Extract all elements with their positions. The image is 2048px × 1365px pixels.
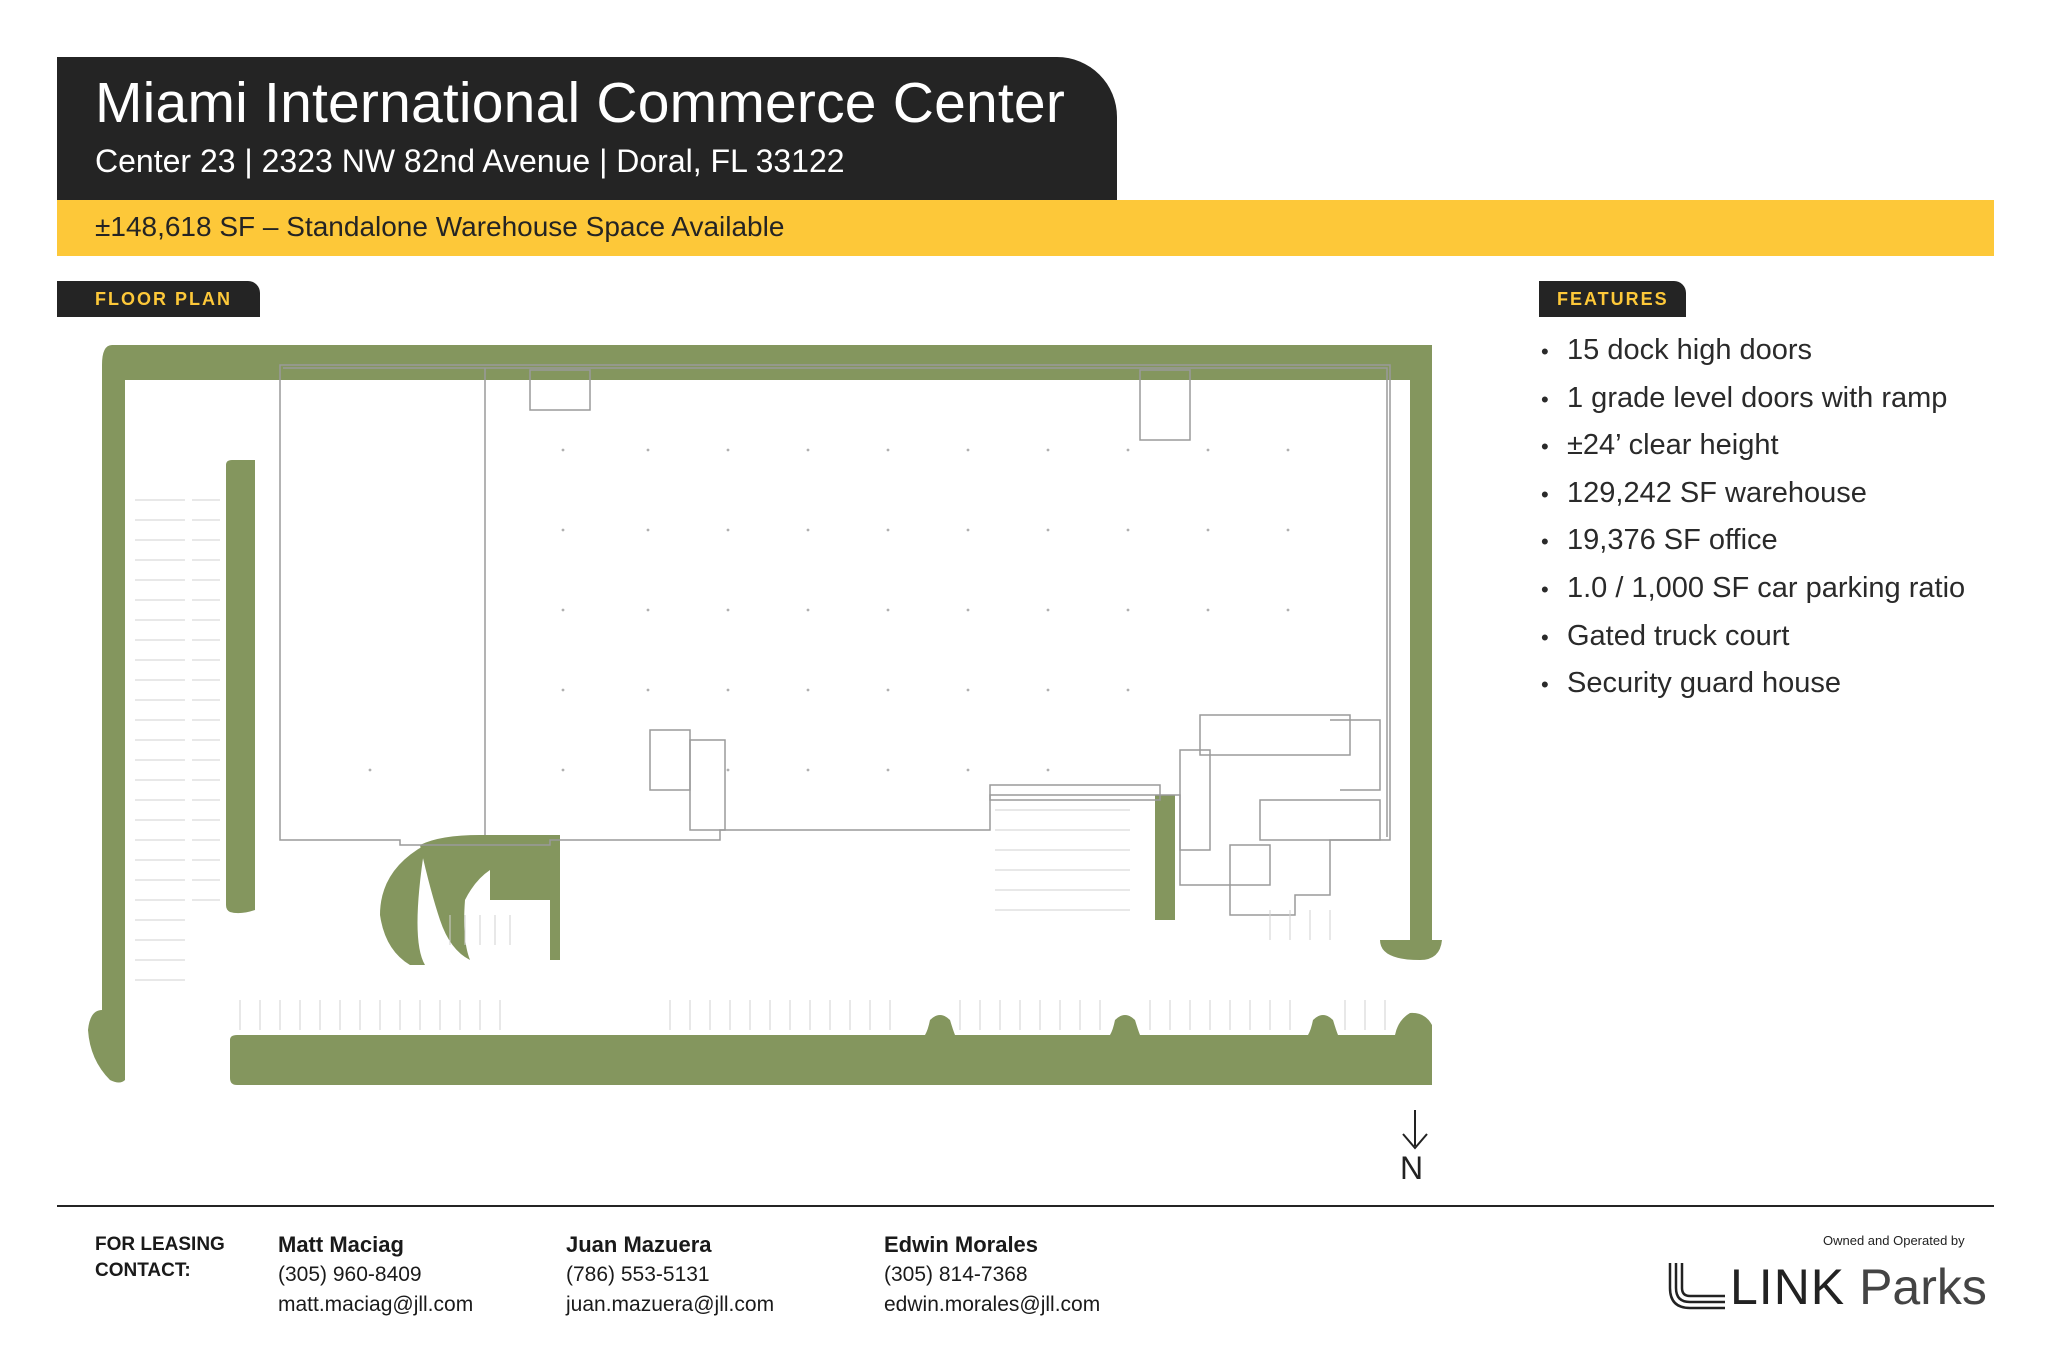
page-title: Miami International Commerce Center [95, 71, 1066, 135]
feature-item: • 1 grade level doors with ramp [1541, 381, 1948, 414]
owned-by-label: Owned and Operated by [1823, 1233, 1965, 1248]
contact-name: Juan Mazuera [566, 1232, 712, 1257]
landscape-areas [88, 345, 1442, 1085]
feature-item: • 129,242 SF warehouse [1541, 476, 1867, 509]
contact-card: Matt Maciag (305) 960-8409 matt.maciag@j… [278, 1230, 473, 1320]
feature-text: 129,242 SF warehouse [1567, 476, 1867, 509]
contact-name: Matt Maciag [278, 1232, 404, 1257]
contact-phone[interactable]: (305) 814-7368 [884, 1260, 1100, 1290]
feature-item: • ±24’ clear height [1541, 429, 1779, 462]
features-tab: FEATURES [1539, 281, 1686, 317]
contact-card: Edwin Morales (305) 814-7368 edwin.moral… [884, 1230, 1100, 1320]
feature-text: Security guard house [1567, 667, 1842, 700]
floor-plan [88, 345, 1442, 1085]
feature-text: 1 grade level doors with ramp [1567, 381, 1948, 414]
contact-name: Edwin Morales [884, 1232, 1039, 1257]
contact-phone[interactable]: (786) 553-5131 [566, 1260, 774, 1290]
footer-divider [57, 1205, 1994, 1207]
logo-word-link: LINK [1730, 1259, 1846, 1315]
feature-item: • 1.0 / 1,000 SF car parking ratio [1541, 571, 1966, 604]
parking-stalls [135, 499, 1386, 1030]
contact-card: Juan Mazuera (786) 553-5131 juan.mazuera… [566, 1230, 774, 1320]
availability-text: ±148,618 SF – Standalone Warehouse Space… [95, 211, 785, 242]
contact-email[interactable]: matt.maciag@jll.com [278, 1290, 473, 1320]
north-label: N [1400, 1150, 1424, 1186]
address-subtitle: Center 23 | 2323 NW 82nd Avenue | Doral,… [95, 143, 845, 179]
leasing-label: FOR LEASING CONTACT: [95, 1234, 225, 1281]
feature-item: • 19,376 SF office [1541, 524, 1778, 557]
column-grid [368, 448, 1290, 772]
feature-text: 19,376 SF office [1567, 524, 1778, 557]
feature-text: 15 dock high doors [1567, 334, 1813, 366]
feature-item: • 15 dock high doors [1541, 334, 1813, 366]
feature-text: 1.0 / 1,000 SF car parking ratio [1567, 571, 1966, 604]
building-outline [279, 364, 1391, 916]
logo-text: LINK Parks [1730, 1258, 1987, 1316]
feature-item: • Gated truck court [1541, 619, 1790, 652]
contact-phone[interactable]: (305) 960-8409 [278, 1260, 473, 1290]
feature-text: ±24’ clear height [1567, 429, 1779, 462]
feature-text: Gated truck court [1567, 619, 1790, 652]
floor-plan-tab: FLOOR PLAN [57, 281, 260, 317]
feature-item: • Security guard house [1541, 667, 1842, 700]
logo-word-parks: Parks [1859, 1259, 1987, 1315]
features-list: • 15 dock high doors • 1 grade level doors… [1539, 330, 1965, 711]
contact-email[interactable]: edwin.morales@jll.com [884, 1290, 1100, 1320]
contact-email[interactable]: juan.mazuera@jll.com [566, 1290, 774, 1320]
